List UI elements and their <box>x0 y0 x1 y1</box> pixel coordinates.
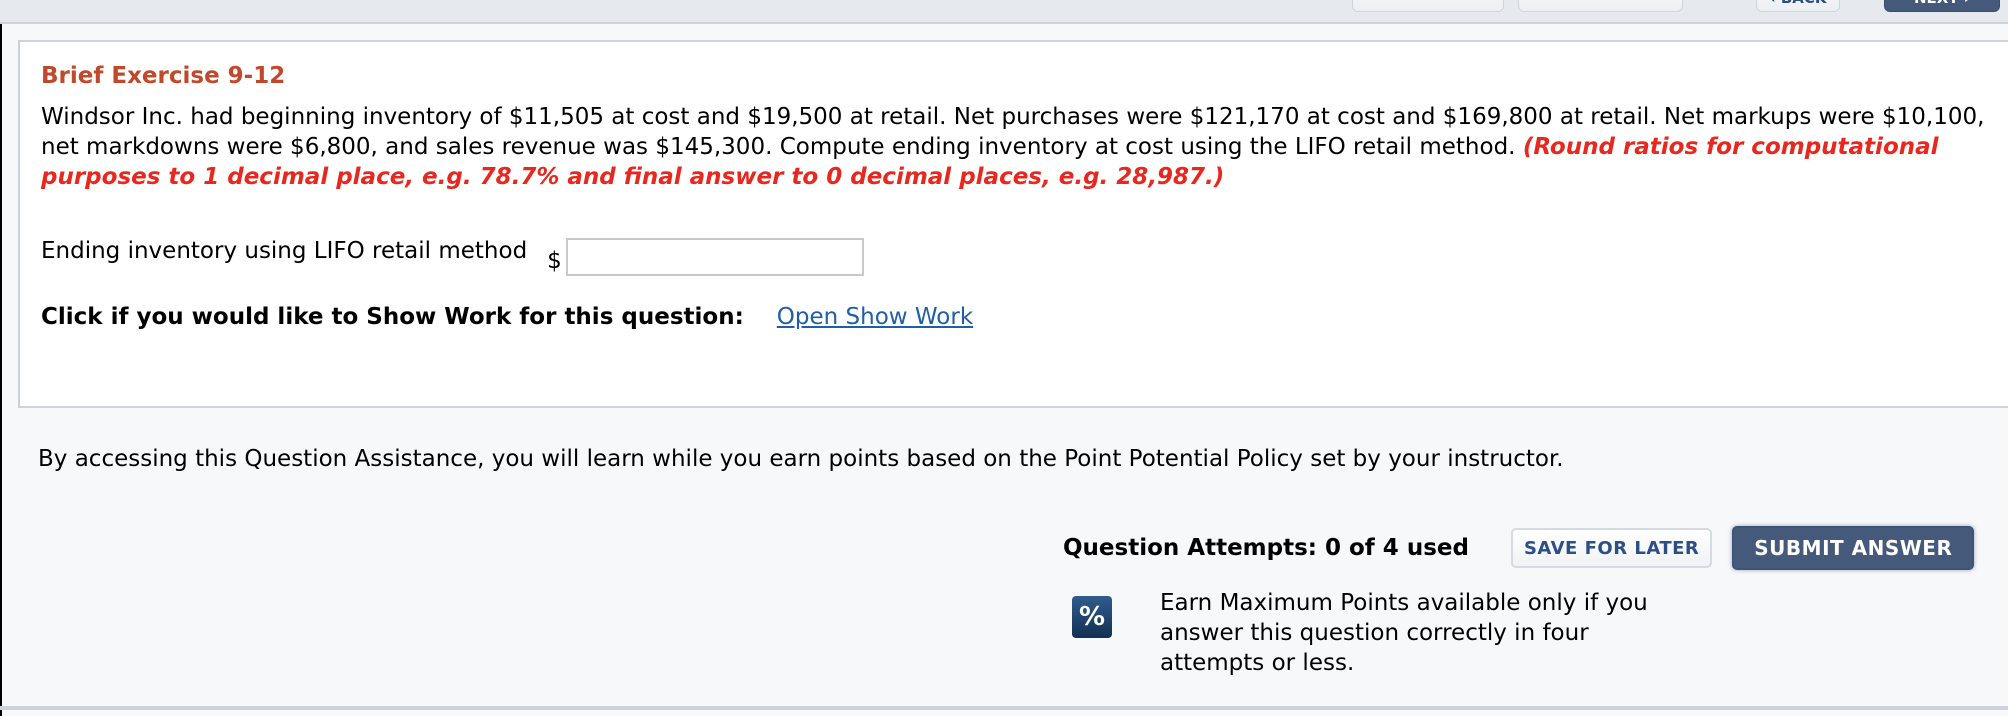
next-button[interactable]: NEXT › <box>1884 0 2000 12</box>
question-attempts-label: Question Attempts: 0 of 4 used <box>1063 535 1469 561</box>
question-assistance-text: By accessing this Question Assistance, y… <box>38 446 1564 472</box>
bottom-divider <box>0 706 2008 710</box>
window-left-edge <box>0 24 2 716</box>
save-for-later-button[interactable]: SAVE FOR LATER <box>1510 528 1713 568</box>
submit-answer-button[interactable]: SUBMIT ANSWER <box>1732 526 1975 570</box>
ending-inventory-input[interactable] <box>565 238 864 276</box>
open-show-work-link[interactable]: Open Show Work <box>777 304 973 330</box>
question-text: Windsor Inc. had beginning inventory of … <box>41 102 2006 192</box>
question-title: Brief Exercise 9-12 <box>41 63 286 89</box>
max-points-text: Earn Maximum Points available only if yo… <box>1160 590 1648 676</box>
top-navigation-bar: ‹ BACK NEXT › <box>0 0 2008 24</box>
topbar-button-1[interactable] <box>1352 0 1504 12</box>
answer-row: Ending inventory using LIFO retail metho… <box>41 236 864 276</box>
attempts-row: Question Attempts: 0 of 4 used SAVE FOR … <box>1063 526 1975 570</box>
max-points-info: % Earn Maximum Points available only if … <box>1072 588 1680 678</box>
answer-label: Ending inventory using LIFO retail metho… <box>41 238 528 264</box>
show-work-label: Click if you would like to Show Work for… <box>41 304 744 330</box>
show-work-row: Click if you would like to Show Work for… <box>41 304 973 330</box>
question-panel: Brief Exercise 9-12 Windsor Inc. had beg… <box>18 40 2008 408</box>
currency-symbol: $ <box>547 248 562 274</box>
back-button[interactable]: ‹ BACK <box>1756 0 1840 12</box>
percent-icon: % <box>1072 596 1112 638</box>
topbar-button-2[interactable] <box>1518 0 1683 12</box>
